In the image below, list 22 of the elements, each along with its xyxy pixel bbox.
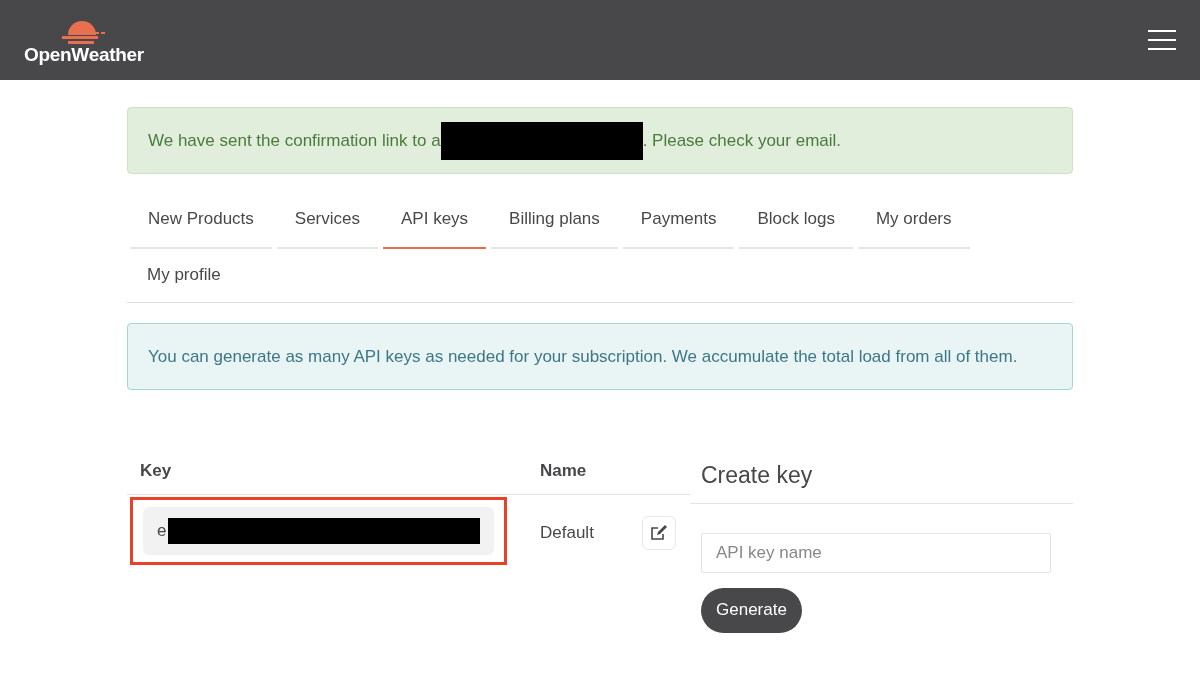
alert-text: . Please check your email.	[642, 129, 842, 152]
nav-tab[interactable]: My profile	[130, 248, 239, 302]
edit-button[interactable]	[642, 515, 676, 550]
logo-text: OpenWeather	[24, 44, 144, 64]
alert-text: We have sent the confirmation link to a	[148, 129, 441, 152]
nav-tab[interactable]: Payments	[622, 193, 735, 249]
nav-tab[interactable]: Services	[276, 193, 378, 249]
nav-tab[interactable]: My orders	[857, 193, 970, 249]
menu-icon[interactable]	[1148, 29, 1176, 51]
column-header: Key	[127, 448, 527, 495]
edit-icon	[650, 524, 668, 541]
nav-tab[interactable]: API keys	[383, 193, 487, 249]
column-header: Name	[527, 448, 690, 495]
info-message: You can generate as many API keys as needed for your subscription. We accumulate the total load from all of them.	[127, 323, 1073, 390]
api-key-name-field[interactable]: API key name	[701, 532, 1051, 573]
nav-tab[interactable]: Billing plans	[491, 193, 618, 249]
key-name: Default	[540, 521, 594, 544]
generate-button[interactable]: Generate	[701, 587, 802, 633]
nav-tab[interactable]: Block logs	[739, 193, 853, 249]
section-title: Create key	[690, 448, 1073, 504]
nav-tab[interactable]: New Products	[130, 193, 272, 249]
api-key-field[interactable]: e	[143, 506, 494, 555]
